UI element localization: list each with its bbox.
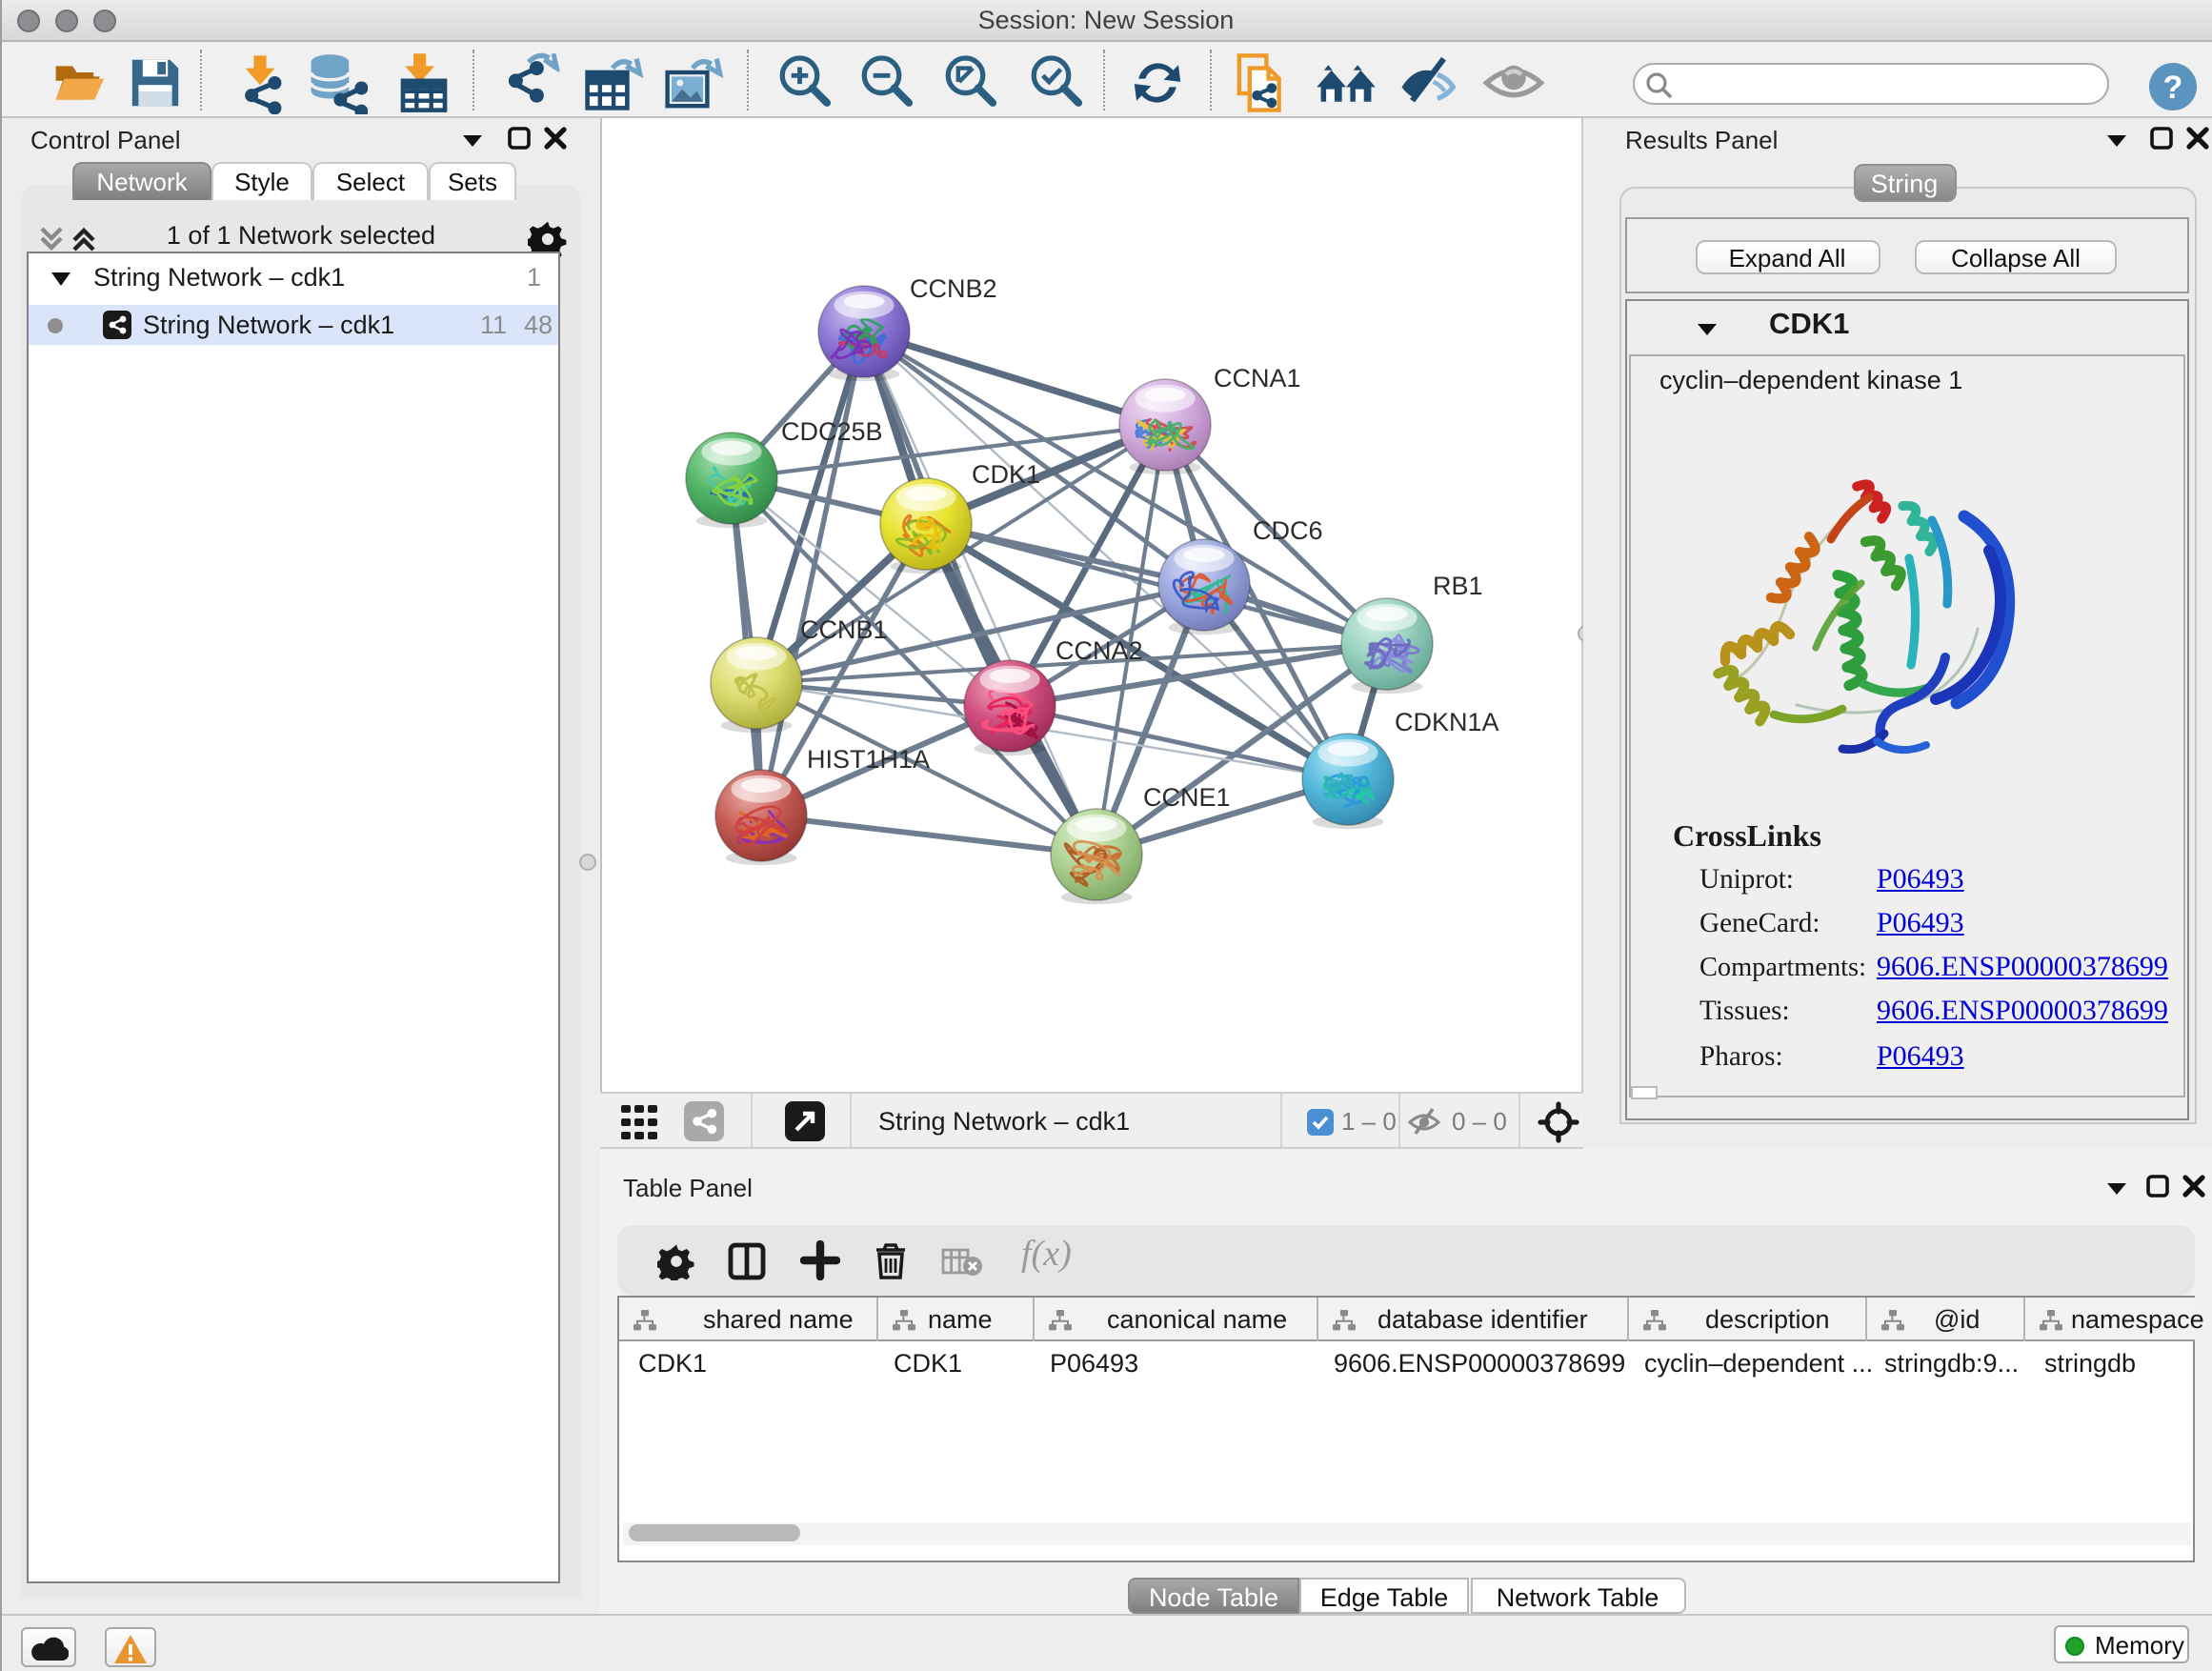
svg-text:HIST1H1A: HIST1H1A xyxy=(807,745,930,774)
svg-text:CDK1: CDK1 xyxy=(972,460,1040,489)
svg-text:CDC6: CDC6 xyxy=(1253,516,1323,545)
svg-text:CCNB2: CCNB2 xyxy=(910,274,997,303)
svg-text:CCNA1: CCNA1 xyxy=(1214,364,1301,393)
svg-text:CCNB1: CCNB1 xyxy=(800,615,888,644)
svg-text:CDC25B: CDC25B xyxy=(781,417,883,446)
svg-text:RB1: RB1 xyxy=(1433,572,1483,600)
svg-text:CCNE1: CCNE1 xyxy=(1143,783,1231,812)
svg-text:?: ? xyxy=(2163,70,2183,106)
svg-text:CCNA2: CCNA2 xyxy=(1056,636,1143,665)
svg-text:CDKN1A: CDKN1A xyxy=(1395,708,1499,736)
